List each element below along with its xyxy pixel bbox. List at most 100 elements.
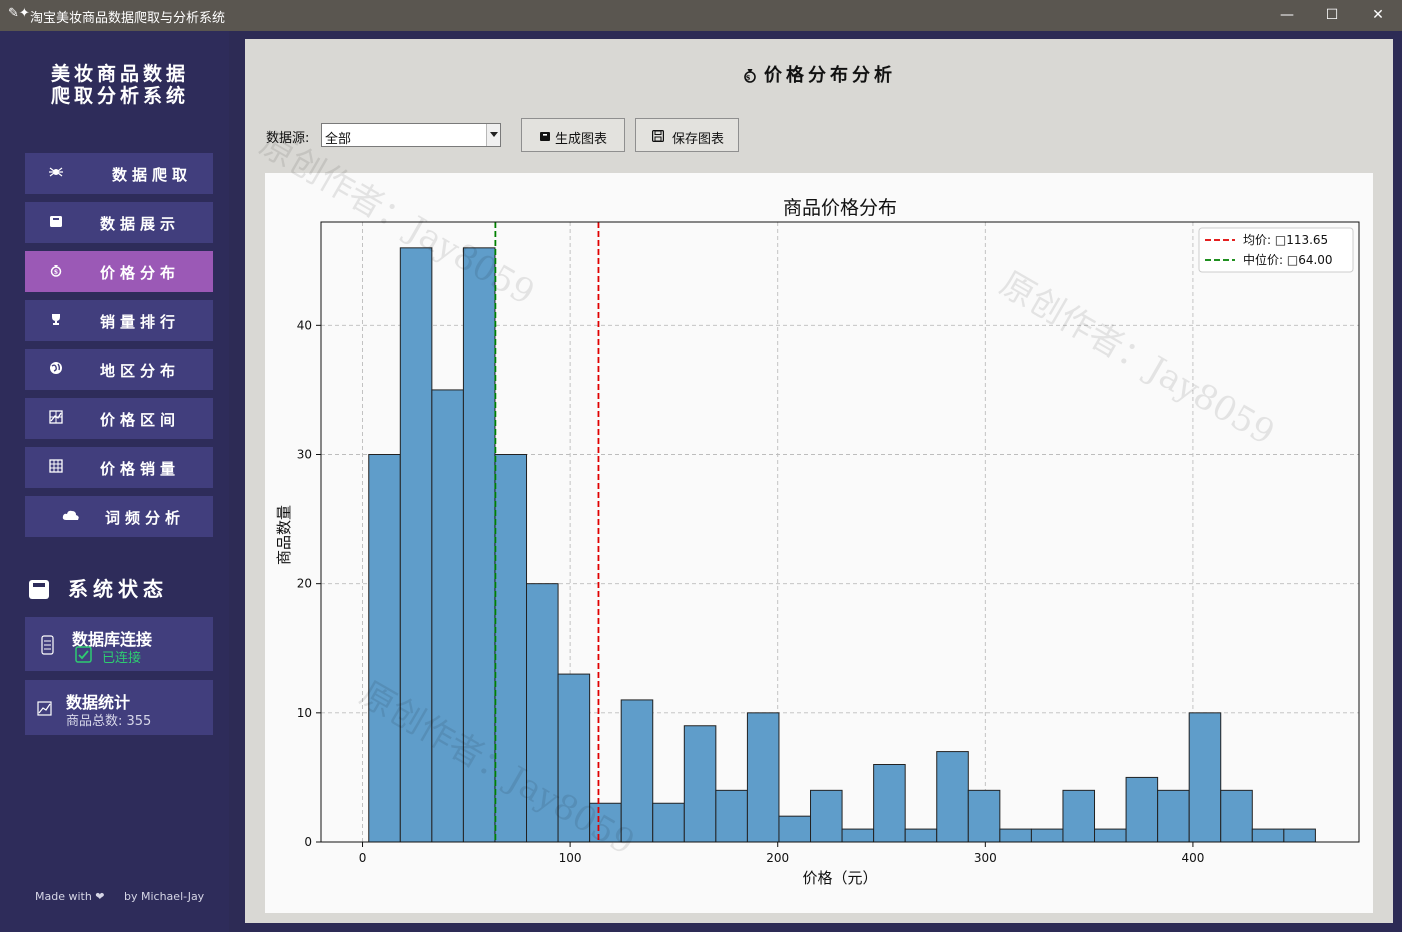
histogram-bar xyxy=(652,802,685,843)
histogram-bar xyxy=(1125,776,1159,843)
histogram-bar xyxy=(431,389,464,843)
histogram-bar xyxy=(1251,828,1285,843)
legend-label: 中位价: □64.00 xyxy=(1243,252,1333,267)
db-status-text: 已连接 xyxy=(102,651,142,666)
box-icon xyxy=(540,132,550,141)
histogram-bar xyxy=(1030,828,1064,843)
maximize-button[interactable]: ☐ xyxy=(1309,0,1355,31)
sidebar-item-sales-rank[interactable]: 销量排行 xyxy=(25,300,213,341)
y-axis-label: 商品数量 xyxy=(275,505,293,565)
chart-grid-icon xyxy=(49,410,63,424)
histogram-bar xyxy=(1094,828,1127,843)
generate-chart-label: 生成图表 xyxy=(555,132,608,147)
chart-icon xyxy=(37,701,52,716)
y-tick-label: 0 xyxy=(304,835,312,849)
floppy-disk-icon xyxy=(652,130,664,142)
minimize-button[interactable]: — xyxy=(1264,0,1310,31)
histogram-bar xyxy=(1188,712,1222,843)
sidebar-item-word-frequency[interactable]: 词频分析 xyxy=(25,496,213,537)
x-axis-label: 价格（元） xyxy=(802,869,877,887)
main-content: $ 价格分布分析 数据源: 全部 生成图表 保存图表 0 100 200 300 400 0… xyxy=(245,39,1393,923)
page-title: $ 价格分布分析 xyxy=(245,61,1393,87)
chart-title: 商品价格分布 xyxy=(783,197,897,219)
cloud-icon xyxy=(62,510,79,520)
data-stats-card: 数据统计 商品总数: 355 xyxy=(25,680,213,735)
x-tick-label: 200 xyxy=(766,851,789,865)
datasource-select[interactable]: 全部 xyxy=(321,123,501,147)
histogram-bar xyxy=(1283,828,1316,843)
sidebar-item-label: 价格区间 xyxy=(100,411,181,429)
sidebar-item-price-sales[interactable]: 价格销量 xyxy=(25,447,213,488)
trophy-icon xyxy=(52,314,60,325)
y-tick-label: 10 xyxy=(297,706,312,720)
close-button[interactable]: ✕ xyxy=(1355,0,1401,31)
save-chart-button[interactable]: 保存图表 xyxy=(635,118,739,152)
page-title-text: 价格分布分析 xyxy=(764,65,896,86)
generate-chart-button[interactable]: 生成图表 xyxy=(521,118,625,152)
histogram-bar xyxy=(904,828,938,843)
check-box-icon xyxy=(75,646,92,663)
histogram-bar xyxy=(999,828,1032,843)
histogram-bar xyxy=(368,454,401,843)
product-count-text: 商品总数: 355 xyxy=(66,714,152,729)
database-icon xyxy=(41,635,54,655)
footer-made-with: Made with ❤ xyxy=(35,890,105,903)
datasource-value: 全部 xyxy=(325,132,352,147)
histogram-bar xyxy=(1157,789,1190,843)
histogram-bar xyxy=(1220,789,1253,843)
feather-sparkle-icon: ✎✦ xyxy=(8,6,30,21)
sidebar-item-label: 价格分布 xyxy=(100,264,181,282)
spider-icon xyxy=(49,167,63,177)
sidebar-item-price-distribution[interactable]: $ 价格分布 xyxy=(25,251,213,292)
window-title: 淘宝美妆商品数据爬取与分析系统 xyxy=(30,11,226,26)
box-icon xyxy=(50,216,62,227)
sidebar-item-display[interactable]: 数据展示 xyxy=(25,202,213,243)
sidebar-title-line-2: 爬取分析系统 xyxy=(50,85,189,107)
sidebar-item-label: 词频分析 xyxy=(105,509,186,527)
sidebar-item-label: 销量排行 xyxy=(100,313,181,331)
histogram-bar xyxy=(1062,789,1096,843)
histogram-bar xyxy=(746,712,780,843)
x-tick-label: 100 xyxy=(559,851,582,865)
money-bag-icon: $ xyxy=(50,265,62,277)
table-grid-icon xyxy=(49,459,63,473)
chart-legend: 均价: □113.65 中位价: □64.00 xyxy=(1198,227,1354,273)
histogram-bar xyxy=(778,815,812,843)
db-connection-card: 数据库连接 已连接 xyxy=(25,617,213,671)
svg-text:$: $ xyxy=(54,269,58,276)
histogram-bar xyxy=(683,725,717,843)
histogram-bar xyxy=(841,828,875,843)
y-tick-label: 40 xyxy=(297,318,312,332)
window-titlebar: ✎✦ 淘宝美妆商品数据爬取与分析系统 — ☐ ✕ xyxy=(0,0,1402,31)
y-tick-label: 20 xyxy=(297,577,312,591)
histogram-bar xyxy=(873,764,906,843)
chevron-down-icon[interactable] xyxy=(486,124,500,146)
money-bag-icon: $ xyxy=(744,69,756,83)
x-tick-label: 400 xyxy=(1181,851,1204,865)
chart-panel: 0 100 200 300 400 0 10 20 30 40 均价: □113.65 中位价: □6… xyxy=(253,124,1373,913)
sidebar-title-line-1: 美妆商品数据 xyxy=(50,63,189,85)
sidebar-item-price-range[interactable]: 价格区间 xyxy=(25,398,213,439)
histogram-bar xyxy=(936,751,969,843)
sidebar-item-region[interactable]: 地区分布 xyxy=(25,349,213,390)
globe-icon xyxy=(50,362,62,374)
sidebar-item-label: 价格销量 xyxy=(100,460,181,478)
sidebar-item-label: 数据展示 xyxy=(100,215,181,233)
histogram-bar xyxy=(810,789,843,843)
y-tick-label: 30 xyxy=(297,448,312,462)
footer-author: by Michael-Jay xyxy=(124,890,205,903)
sidebar-item-crawl[interactable]: 数据爬取 xyxy=(25,153,213,194)
histogram-bar xyxy=(967,789,1001,843)
histogram-bar xyxy=(715,789,748,843)
sidebar-item-label: 地区分布 xyxy=(100,362,181,380)
sidebar: 美妆商品数据 爬取分析系统 数据爬取 数据展示 $ 价格分布 销量排行 地区分布… xyxy=(0,31,229,932)
system-status-label: 系统状态 xyxy=(68,577,168,601)
save-chart-label: 保存图表 xyxy=(672,132,725,147)
price-histogram-chart: 0 100 200 300 400 0 10 20 30 40 均价: □113.65 中位价: □6… xyxy=(275,197,1360,887)
x-tick-label: 0 xyxy=(359,851,367,865)
x-tick-label: 300 xyxy=(974,851,997,865)
box-icon xyxy=(29,580,49,599)
sidebar-title: 美妆商品数据 爬取分析系统 xyxy=(20,63,220,107)
sidebar-item-label: 数据爬取 xyxy=(112,166,193,184)
legend-label: 均价: □113.65 xyxy=(1243,233,1328,247)
